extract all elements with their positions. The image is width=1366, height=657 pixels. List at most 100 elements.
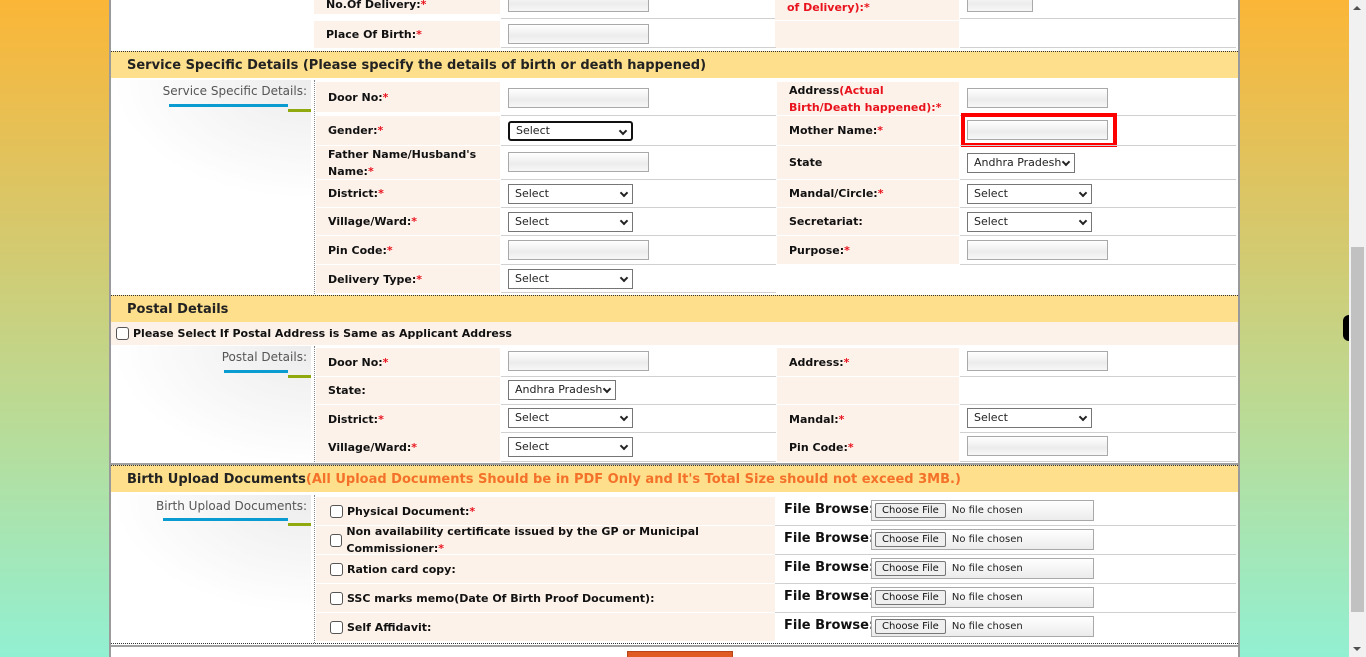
choose-file-button[interactable]: Choose File — [875, 619, 946, 634]
no-of-delivery-input[interactable] — [508, 0, 649, 12]
choose-file-button[interactable]: Choose File — [875, 561, 946, 576]
delivery-partial-input[interactable] — [967, 0, 1033, 12]
scrollbar-thumb[interactable] — [1351, 247, 1364, 612]
address-label: Address(Actual Birth/Death happened):* — [777, 82, 959, 115]
vertical-divider — [314, 495, 315, 643]
divider — [775, 525, 1236, 526]
document-label: Ration card copy: — [347, 562, 456, 576]
file-input[interactable]: Choose File No file chosen — [871, 587, 1094, 608]
village-ward-select[interactable]: Select — [508, 212, 633, 232]
divider — [501, 207, 776, 208]
postal-address-input[interactable] — [967, 351, 1108, 371]
document-checkbox[interactable] — [330, 591, 343, 605]
postal-pin-code-label: Pin Code: * — [777, 433, 959, 462]
section-header: Service Specific Details (Please specify… — [111, 51, 1238, 78]
address-input[interactable] — [967, 88, 1108, 108]
required-mark: * — [843, 355, 850, 369]
submit-button[interactable] — [627, 651, 733, 657]
label-text: of Delivery): — [787, 0, 864, 14]
choose-file-button[interactable]: Choose File — [875, 590, 946, 605]
label-text: Village/Ward: — [328, 215, 412, 228]
postal-pin-code-input[interactable] — [967, 436, 1108, 456]
state-select[interactable]: Andhra Pradesh — [967, 153, 1075, 173]
postal-state-select[interactable]: Andhra Pradesh — [508, 380, 616, 400]
file-input[interactable]: Choose File No file chosen — [871, 558, 1094, 579]
postal-state-label: State: — [316, 377, 500, 404]
postal-group-label: Postal Details: — [221, 350, 307, 364]
section-note: (All Upload Documents Should be in PDF O… — [305, 472, 961, 487]
pin-code-input[interactable] — [508, 240, 649, 260]
document-checkbox[interactable] — [330, 504, 343, 518]
postal-village-ward-select[interactable]: Select — [508, 437, 633, 457]
file-status: No file chosen — [951, 621, 1023, 632]
accent-bar-blue — [163, 518, 288, 521]
document-row: Self Affidavit: — [316, 613, 775, 641]
postal-details-section: Postal Details Please Select If Postal A… — [111, 295, 1238, 345]
scroll-down-arrow-icon[interactable] — [1353, 647, 1361, 651]
chevron-down-icon — [602, 384, 612, 394]
divider — [501, 376, 776, 377]
postal-mandal-select[interactable]: Select — [967, 408, 1092, 428]
label-text: District: — [328, 412, 379, 426]
required-mark: * — [382, 90, 389, 104]
postal-district-select[interactable]: Select — [508, 408, 633, 428]
label-text: Mandal: — [789, 412, 839, 426]
file-status: No file chosen — [951, 563, 1023, 574]
select-value: Select — [974, 187, 1008, 200]
choose-file-button[interactable]: Choose File — [875, 503, 946, 518]
delivery-type-select[interactable]: Select — [508, 269, 633, 289]
delivery-partial-label: of Delivery): * — [775, 0, 959, 20]
required-mark: * — [411, 441, 418, 454]
document-row: SSC marks memo(Date Of Birth Proof Docum… — [316, 584, 775, 612]
document-row: Ration card copy: — [316, 555, 775, 583]
divider — [501, 145, 776, 146]
door-no-input[interactable] — [508, 88, 649, 108]
vertical-scrollbar[interactable] — [1349, 0, 1366, 657]
same-address-checkbox[interactable] — [116, 327, 129, 340]
select-value: Select — [515, 215, 549, 228]
select-value: Select — [974, 215, 1008, 228]
label-text: Village/Ward: — [328, 441, 412, 454]
label-text: State: — [328, 384, 366, 397]
mother-name-input[interactable] — [967, 120, 1108, 140]
file-input[interactable]: Choose File No file chosen — [871, 529, 1094, 550]
accent-bar-green — [288, 375, 311, 378]
document-checkbox[interactable] — [330, 533, 343, 547]
secretariat-select[interactable]: Select — [967, 212, 1092, 232]
father-name-input[interactable] — [508, 152, 649, 172]
select-value: Select — [515, 411, 549, 424]
divider — [960, 47, 1236, 48]
file-input[interactable]: Choose File No file chosen — [871, 500, 1094, 521]
document-checkbox[interactable] — [330, 562, 343, 576]
gender-select[interactable]: Select — [508, 121, 633, 141]
empty-label-cell — [775, 21, 959, 48]
label-text: Place Of Birth: — [326, 28, 417, 41]
vertical-divider — [314, 80, 315, 294]
label-text: Pin Code: — [328, 243, 387, 257]
district-select[interactable]: Select — [508, 184, 633, 204]
purpose-input[interactable] — [967, 240, 1108, 260]
label-text: Gender: — [328, 124, 378, 137]
required-mark: * — [416, 28, 422, 41]
document-label: Non availability certificate issued by t… — [346, 525, 699, 555]
label-text: Purpose: — [789, 243, 845, 257]
choose-file-button[interactable]: Choose File — [875, 532, 946, 547]
label-text: No.Of Delivery: — [326, 0, 421, 11]
file-input[interactable]: Choose File No file chosen — [871, 616, 1094, 637]
scroll-up-arrow-icon[interactable] — [1353, 6, 1361, 10]
document-label: Self Affidavit: — [347, 620, 432, 634]
postal-door-no-input[interactable] — [508, 351, 649, 371]
secretariat-label: Secretariat: — [777, 208, 959, 235]
father-name-label: Father Name/Husband's Name:* — [316, 146, 500, 179]
section-header: Postal Details — [111, 295, 1238, 322]
divider — [501, 404, 776, 405]
document-checkbox[interactable] — [330, 620, 343, 634]
label-text: Father Name/Husband's Name:* — [328, 147, 477, 178]
chevron-down-icon — [619, 188, 629, 198]
pin-code-label: Pin Code: * — [316, 236, 500, 264]
mandal-circle-select[interactable]: Select — [967, 184, 1092, 204]
empty-label-cell — [777, 377, 959, 404]
delivery-type-label: Delivery Type: * — [316, 265, 500, 293]
place-of-birth-input[interactable] — [508, 24, 649, 44]
required-mark: * — [378, 187, 384, 200]
